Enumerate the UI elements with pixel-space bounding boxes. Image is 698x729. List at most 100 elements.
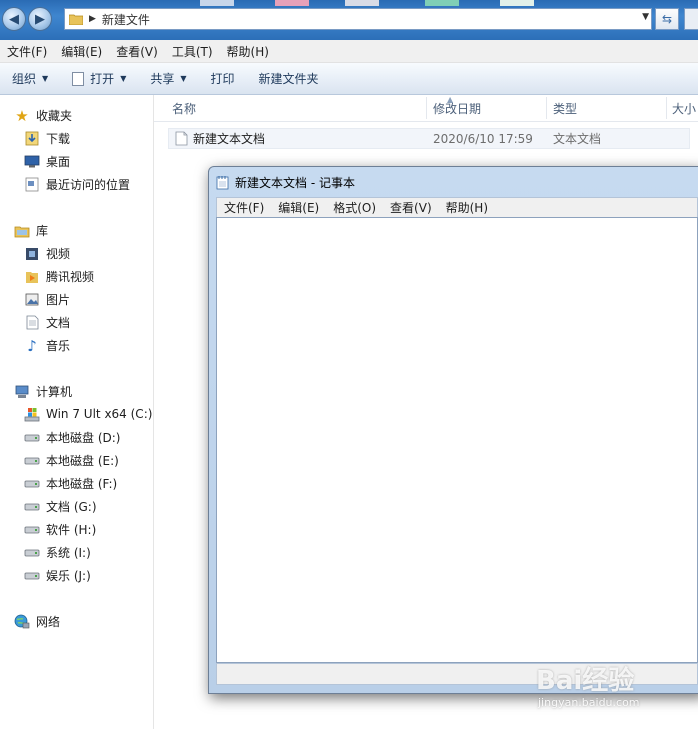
print-button[interactable]: 打印: [199, 63, 247, 94]
nav-item-drive-f[interactable]: 本地磁盘 (F:): [24, 475, 117, 492]
text-file-icon: [175, 131, 188, 146]
column-separator[interactable]: [666, 97, 667, 119]
recent-icon: [24, 177, 40, 193]
nav-item-music[interactable]: ♪ 音乐: [24, 336, 71, 355]
nav-item-documents[interactable]: 文档: [24, 314, 70, 331]
nav-network-label: 网络: [36, 615, 61, 629]
column-name[interactable]: 名称: [172, 95, 196, 121]
refresh-button[interactable]: ⇆: [655, 8, 679, 30]
tencent-video-icon: [24, 269, 40, 285]
background-thumbnail: [200, 0, 234, 6]
chevron-down-icon: ▼: [120, 74, 127, 83]
notepad-titlebar[interactable]: 新建文本文档 - 记事本: [216, 173, 355, 191]
nav-computer[interactable]: 计算机: [14, 383, 72, 400]
nav-item-label: 文档: [46, 316, 71, 330]
baidu-jingyan-watermark: Bai经验 jingyan.baidu.com: [536, 660, 696, 712]
nav-item-videos[interactable]: 视频: [24, 245, 70, 262]
column-separator[interactable]: [426, 97, 427, 119]
notepad-menu-help[interactable]: 帮助(H): [439, 199, 495, 216]
breadcrumb-separator[interactable]: ▶: [89, 14, 96, 24]
menu-help[interactable]: 帮助(H): [220, 43, 276, 60]
notepad-window[interactable]: 新建文本文档 - 记事本 文件(F) 编辑(E) 格式(O) 查看(V) 帮助(…: [208, 166, 698, 694]
breadcrumb-current[interactable]: 新建文件: [102, 11, 150, 28]
column-modified[interactable]: 修改日期: [433, 95, 481, 121]
open-button[interactable]: 打开 ▼: [60, 63, 138, 94]
notepad-menu-file[interactable]: 文件(F): [217, 199, 271, 216]
column-size-label: 大小: [672, 101, 697, 116]
background-thumbnail: [425, 0, 459, 6]
nav-item-recent[interactable]: 最近访问的位置: [24, 176, 130, 193]
back-arrow-icon: ◀: [9, 11, 19, 27]
menu-edit[interactable]: 编辑(E): [54, 43, 109, 60]
drive-icon: [24, 430, 40, 446]
menu-view[interactable]: 查看(V): [109, 43, 165, 60]
nav-item-label: 图片: [46, 293, 71, 307]
column-header: ▲ 名称 修改日期 类型 大小: [154, 95, 698, 122]
notepad-menu-edit[interactable]: 编辑(E): [271, 199, 326, 216]
chevron-down-icon: ▼: [42, 74, 49, 83]
nav-item-drive-d[interactable]: 本地磁盘 (D:): [24, 429, 120, 446]
text-file-icon: [72, 71, 85, 86]
refresh-icon: ⇆: [661, 12, 673, 26]
address-input[interactable]: ▶ 新建文件 ▼: [64, 8, 652, 30]
nav-item-label: 本地磁盘 (F:): [46, 477, 118, 491]
menu-tools[interactable]: 工具(T): [165, 43, 220, 60]
background-thumbnail: [345, 0, 379, 6]
menu-bar: 文件(F) 编辑(E) 查看(V) 工具(T) 帮助(H): [0, 40, 698, 63]
nav-item-label: Win 7 Ult x64 (C:): [46, 407, 153, 421]
notepad-menu-format[interactable]: 格式(O): [326, 199, 383, 216]
drive-icon: [24, 476, 40, 492]
notepad-menu-bar: 文件(F) 编辑(E) 格式(O) 查看(V) 帮助(H): [216, 197, 698, 217]
nav-item-tencent-video[interactable]: 腾讯视频: [24, 268, 94, 285]
picture-icon: [24, 292, 40, 308]
nav-item-label: 最近访问的位置: [46, 178, 131, 192]
drive-icon: [24, 522, 40, 538]
column-separator[interactable]: [546, 97, 547, 119]
drive-icon: [24, 499, 40, 515]
watermark-logo: Bai经验: [536, 666, 635, 696]
organize-button[interactable]: 组织 ▼: [0, 63, 60, 94]
nav-item-drive-i[interactable]: 系统 (I:): [24, 544, 91, 561]
drive-icon: [24, 568, 40, 584]
drive-icon: [24, 545, 40, 561]
nav-favorites-label: 收藏夹: [36, 109, 73, 123]
document-icon: [24, 315, 40, 331]
forward-button[interactable]: ▶: [28, 7, 52, 31]
network-icon: [14, 614, 30, 630]
back-button[interactable]: ◀: [2, 7, 26, 31]
nav-item-label: 娱乐 (J:): [46, 569, 91, 583]
notepad-icon: [216, 175, 229, 190]
new-folder-button[interactable]: 新建文件夹: [247, 63, 331, 94]
file-name: 新建文本文档: [193, 132, 266, 146]
nav-network[interactable]: 网络: [14, 613, 60, 630]
search-box[interactable]: [684, 8, 698, 30]
nav-item-drive-h[interactable]: 软件 (H:): [24, 521, 96, 538]
music-icon: ♪: [27, 336, 37, 355]
nav-libraries[interactable]: 库: [14, 222, 48, 239]
nav-item-pictures[interactable]: 图片: [24, 291, 70, 308]
nav-item-label: 音乐: [46, 339, 71, 353]
column-type[interactable]: 类型: [553, 95, 577, 121]
nav-item-label: 文档 (G:): [46, 500, 97, 514]
column-size[interactable]: 大小: [672, 95, 698, 121]
download-icon: [24, 131, 40, 147]
nav-favorites[interactable]: ★ 收藏夹: [14, 106, 73, 125]
nav-computer-label: 计算机: [36, 385, 73, 399]
share-button[interactable]: 共享 ▼: [138, 63, 198, 94]
star-icon: ★: [15, 106, 29, 125]
menu-file[interactable]: 文件(F): [0, 43, 54, 60]
notepad-menu-view[interactable]: 查看(V): [383, 199, 439, 216]
library-icon: [14, 223, 30, 239]
nav-item-drive-j[interactable]: 娱乐 (J:): [24, 567, 91, 584]
notepad-text-area[interactable]: [216, 217, 698, 663]
nav-item-downloads[interactable]: 下载: [24, 130, 70, 147]
forward-arrow-icon: ▶: [35, 11, 45, 27]
nav-item-drive-c[interactable]: Win 7 Ult x64 (C:): [24, 406, 152, 422]
nav-item-drive-g[interactable]: 文档 (G:): [24, 498, 97, 515]
command-bar: 组织 ▼ 打开 ▼ 共享 ▼ 打印 新建文件夹: [0, 63, 698, 95]
watermark-url: jingyan.baidu.com: [538, 696, 640, 709]
nav-item-desktop[interactable]: 桌面: [24, 153, 70, 170]
file-row[interactable]: 新建文本文档 2020/6/10 17:59 文本文档: [168, 128, 690, 149]
nav-item-drive-e[interactable]: 本地磁盘 (E:): [24, 452, 119, 469]
chevron-down-icon[interactable]: ▼: [642, 12, 649, 22]
